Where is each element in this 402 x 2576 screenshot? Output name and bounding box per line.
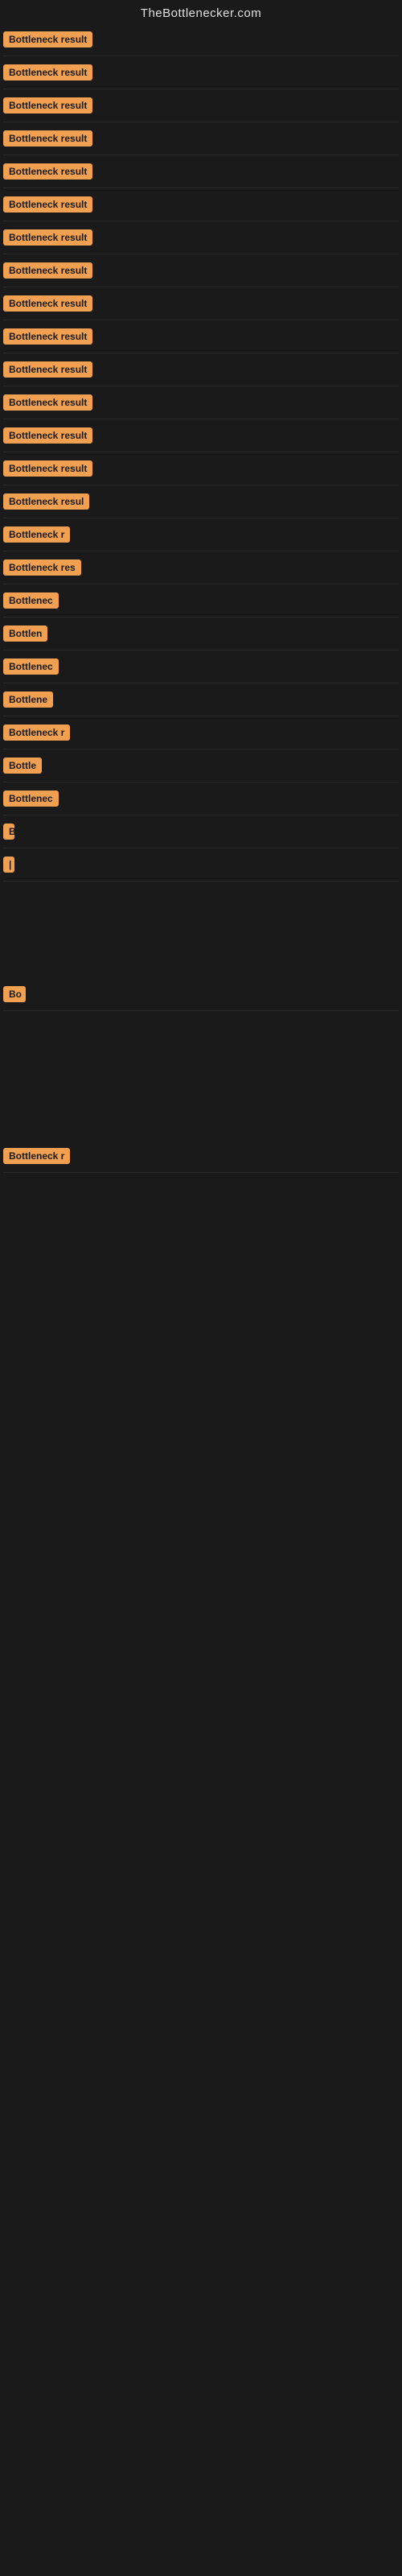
site-header: TheBottlenecker.com [0, 0, 402, 23]
gap-section-3 [3, 1173, 399, 1302]
bottleneck-badge[interactable]: Bottleneck result [3, 427, 92, 444]
list-item[interactable]: Bottleneck result [3, 353, 399, 386]
bottleneck-badge[interactable]: Bottleneck result [3, 229, 92, 246]
list-item[interactable]: Bottleneck result [3, 320, 399, 353]
list-item[interactable]: Bottleneck result [3, 56, 399, 89]
list-item[interactable]: Bottleneck result [3, 221, 399, 254]
list-item[interactable]: Bottleneck result [3, 23, 399, 56]
bottleneck-badge[interactable]: Bottleneck result [3, 361, 92, 378]
bottleneck-badge[interactable]: Bottleneck result [3, 295, 92, 312]
bottleneck-badge[interactable]: Bottlene [3, 691, 53, 708]
bottleneck-badge[interactable]: Bo [3, 986, 26, 1002]
list-item[interactable]: Bottleneck r [3, 1140, 399, 1173]
bottleneck-badge[interactable]: Bottleneck res [3, 559, 81, 576]
bottleneck-badge[interactable]: Bottleneck result [3, 31, 92, 47]
list-item[interactable]: Bottlenec [3, 584, 399, 617]
list-item[interactable]: | [3, 848, 399, 881]
bottleneck-badge[interactable]: Bottlenec [3, 658, 59, 675]
bottleneck-badge[interactable]: Bottle [3, 758, 42, 774]
bottleneck-badge[interactable]: Bottleneck result [3, 196, 92, 213]
list-item[interactable]: Bo [3, 978, 399, 1011]
bottleneck-badge[interactable]: Bottleneck result [3, 97, 92, 114]
bottleneck-badge[interactable]: Bottlenec [3, 791, 59, 807]
bottleneck-badge[interactable]: Bottlenec [3, 592, 59, 609]
bottleneck-badge[interactable]: Bottlen [3, 625, 47, 642]
list-item[interactable]: B [3, 815, 399, 848]
list-item[interactable]: Bottleneck result [3, 155, 399, 188]
list-item[interactable]: Bottlenec [3, 650, 399, 683]
bottleneck-badge[interactable]: Bottleneck resul [3, 493, 89, 510]
bottleneck-badge[interactable]: Bottleneck result [3, 64, 92, 80]
bottleneck-badge[interactable]: Bottleneck r [3, 724, 70, 741]
list-item[interactable]: Bottleneck result [3, 188, 399, 221]
items-list: Bottleneck result Bottleneck result Bott… [0, 23, 402, 1302]
list-item[interactable]: Bottleneck result [3, 386, 399, 419]
list-item[interactable]: Bottleneck r [3, 716, 399, 749]
list-item[interactable]: Bottleneck resul [3, 485, 399, 518]
list-item[interactable]: Bottleneck result [3, 287, 399, 320]
list-item[interactable]: Bottleneck result [3, 452, 399, 485]
gap-section-1 [3, 881, 399, 978]
list-item[interactable]: Bottleneck result [3, 419, 399, 452]
bottleneck-badge[interactable]: Bottleneck result [3, 328, 92, 345]
bottleneck-badge[interactable]: Bottleneck r [3, 1148, 70, 1164]
list-item[interactable]: Bottle [3, 749, 399, 782]
list-item[interactable]: Bottleneck result [3, 254, 399, 287]
bottleneck-badge[interactable]: Bottleneck result [3, 460, 92, 477]
list-item[interactable]: Bottlen [3, 617, 399, 650]
list-item[interactable]: Bottleneck result [3, 89, 399, 122]
list-item[interactable]: Bottleneck result [3, 122, 399, 155]
bottleneck-badge[interactable]: | [3, 857, 14, 873]
bottleneck-badge[interactable]: Bottleneck result [3, 163, 92, 180]
bottleneck-badge[interactable]: B [3, 824, 14, 840]
bottleneck-badge[interactable]: Bottleneck result [3, 130, 92, 147]
list-item[interactable]: Bottlene [3, 683, 399, 716]
gap-section-2 [3, 1011, 399, 1140]
bottleneck-badge[interactable]: Bottleneck result [3, 262, 92, 279]
list-item[interactable]: Bottleneck r [3, 518, 399, 551]
list-item[interactable]: Bottlenec [3, 782, 399, 815]
list-item[interactable]: Bottleneck res [3, 551, 399, 584]
bottleneck-badge[interactable]: Bottleneck r [3, 526, 70, 543]
bottleneck-badge[interactable]: Bottleneck result [3, 394, 92, 411]
